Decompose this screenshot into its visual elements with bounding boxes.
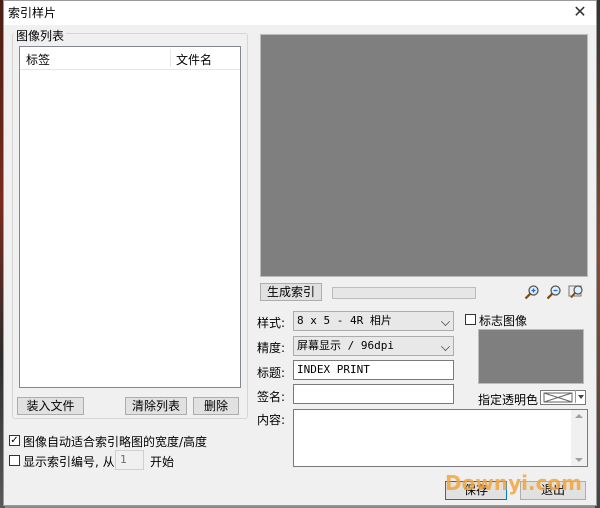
chevron-down-icon (441, 342, 450, 351)
column-header-filename[interactable]: 文件名 (176, 51, 212, 68)
zoom-in-icon[interactable] (524, 284, 540, 300)
zoom-out-icon[interactable] (546, 284, 562, 300)
chevron-down-icon (578, 395, 584, 399)
quality-select-value: 屏幕显示 / 96dpi (297, 339, 394, 352)
scroll-up-icon[interactable] (575, 414, 583, 418)
title-input[interactable]: INDEX PRINT (293, 360, 454, 380)
image-list[interactable]: 标签 文件名 (19, 46, 241, 388)
color-swatch-icon (543, 392, 573, 403)
close-icon[interactable]: ✕ (570, 2, 590, 22)
start-number-input[interactable]: 1 (115, 450, 144, 470)
logo-checkbox-label: 标志图像 (479, 314, 528, 328)
generate-progress-bar (332, 287, 476, 299)
zoom-fit-icon[interactable] (568, 283, 584, 299)
logo-checkbox[interactable] (465, 314, 476, 325)
add-files-button[interactable]: 装入文件 (17, 397, 84, 415)
quality-select[interactable]: 屏幕显示 / 96dpi (293, 336, 454, 356)
delete-button[interactable]: 删除 (193, 397, 239, 415)
content-scrollbar[interactable] (571, 410, 587, 466)
content-textarea[interactable] (293, 409, 588, 467)
column-header-label[interactable]: 标签 (26, 51, 50, 68)
show-numbers-label: 显示索引编号, 从 (23, 455, 115, 469)
caption-input[interactable] (293, 384, 454, 404)
auto-fit-label: 图像自动适合索引略图的宽度/高度 (23, 435, 208, 449)
watermark: Downyi.com (445, 471, 582, 495)
content-label: 内容: (257, 413, 286, 427)
show-numbers-checkbox[interactable] (9, 455, 20, 466)
index-print-dialog: 索引样片 ✕ 图像列表 标签 文件名 装入文件 清除列表 删除 ✓ 图像自动适合… (3, 0, 597, 506)
title-label: 标题: (257, 366, 286, 380)
style-select[interactable]: 8 x 5 - 4R 相片 (293, 311, 454, 331)
start-suffix-label: 开始 (150, 455, 175, 469)
auto-fit-checkbox[interactable]: ✓ (9, 435, 20, 446)
scroll-down-icon[interactable] (575, 458, 583, 462)
list-header: 标签 文件名 (20, 47, 240, 70)
chevron-down-icon (441, 317, 450, 326)
style-label: 样式: (257, 316, 286, 330)
transparent-color-picker[interactable] (540, 390, 586, 405)
index-preview-canvas (260, 34, 588, 277)
quality-label: 精度: (257, 341, 286, 355)
color-divider (575, 390, 576, 403)
clear-list-button[interactable]: 清除列表 (125, 397, 187, 415)
transparent-color-label: 指定透明色 (478, 393, 539, 407)
column-divider[interactable] (170, 49, 171, 67)
generate-index-button[interactable]: 生成索引 (260, 283, 322, 301)
style-select-value: 8 x 5 - 4R 相片 (297, 314, 392, 327)
logo-preview (478, 329, 584, 384)
window-title: 索引样片 (8, 6, 57, 20)
caption-label: 签名: (257, 390, 286, 404)
title-bar: 索引样片 ✕ (4, 1, 596, 25)
image-list-group-label: 图像列表 (14, 27, 67, 44)
